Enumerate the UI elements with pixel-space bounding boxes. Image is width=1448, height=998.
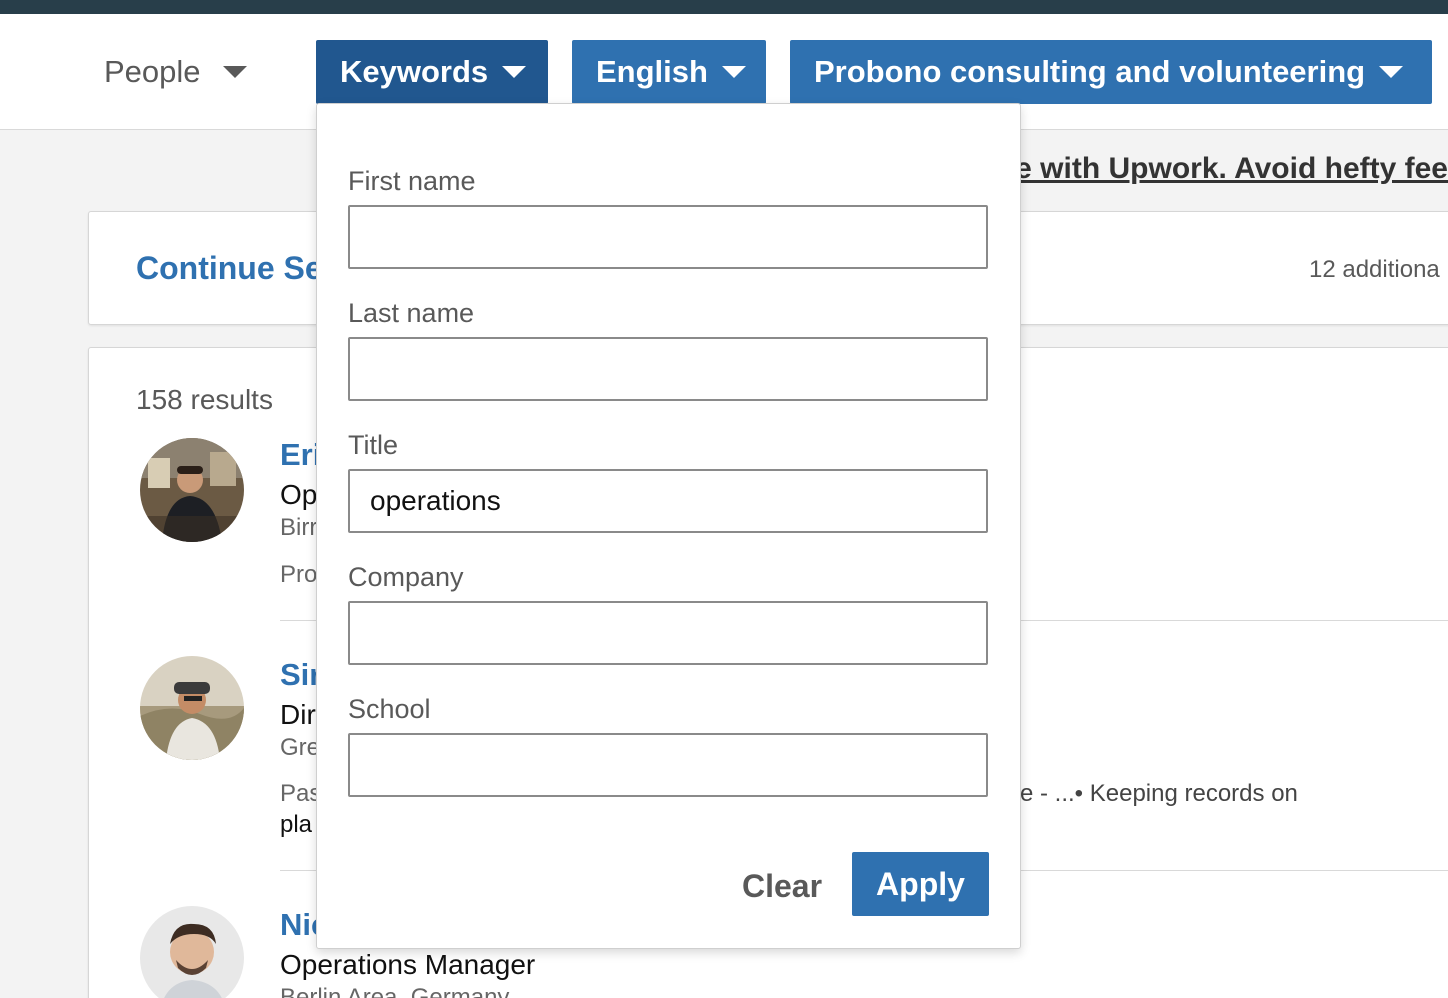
keywords-filter-label: Keywords (340, 54, 489, 89)
last-name-label: Last name (348, 298, 475, 328)
company-input[interactable] (348, 601, 988, 665)
result-snippet-continued: pla (280, 811, 313, 838)
avatar[interactable] (140, 656, 244, 760)
result-location: Berlin Area, Germany (280, 984, 510, 998)
first-name-label: First name (348, 166, 476, 196)
school-label: School (348, 694, 431, 724)
continue-search-link[interactable]: Continue Se (136, 250, 323, 287)
caret-down-icon (1379, 66, 1404, 78)
title-input[interactable] (348, 469, 988, 533)
keywords-dropdown-panel: First name Last name Title Company Schoo… (316, 103, 1021, 949)
language-filter-button[interactable]: English (572, 40, 766, 104)
global-nav-bar (0, 0, 1448, 14)
result-snippet-tail: e - ...• Keeping records on (1020, 780, 1298, 807)
avatar[interactable] (140, 438, 244, 542)
school-input[interactable] (348, 733, 988, 797)
result-headline: Operations Manager (280, 949, 536, 980)
upwork-promo-link[interactable]: e with Upwork. Avoid hefty fee (1020, 152, 1448, 186)
keywords-filter-button[interactable]: Keywords (316, 40, 548, 104)
caret-down-icon (222, 66, 247, 78)
first-name-input[interactable] (348, 205, 988, 269)
results-count: 158 results (136, 384, 273, 415)
people-filter-button[interactable]: People (104, 40, 247, 104)
title-label: Title (348, 430, 399, 460)
profile-photo-1 (140, 438, 244, 542)
result-location: Birr (280, 514, 318, 541)
caret-down-icon (721, 66, 746, 78)
interest-filter-button[interactable]: Probono consulting and volunteering (790, 40, 1432, 104)
interest-filter-label: Probono consulting and volunteering (814, 54, 1366, 89)
result-location: Gre (280, 734, 321, 761)
company-label: Company (348, 562, 464, 592)
upwork-promo-text: e with Upwork. Avoid hefty fee (1020, 152, 1448, 185)
result-headline: Op (280, 479, 318, 510)
language-filter-label: English (596, 54, 708, 89)
additional-results-text: 12 additiona (1309, 256, 1440, 283)
people-filter-label: People (104, 54, 201, 89)
apply-button[interactable]: Apply (852, 852, 989, 916)
clear-button[interactable]: Clear (722, 854, 842, 918)
result-snippet: Pro (280, 561, 318, 588)
caret-down-icon (502, 66, 527, 78)
result-headline: Dir (280, 699, 316, 730)
profile-photo-2 (140, 656, 244, 760)
last-name-input[interactable] (348, 337, 988, 401)
